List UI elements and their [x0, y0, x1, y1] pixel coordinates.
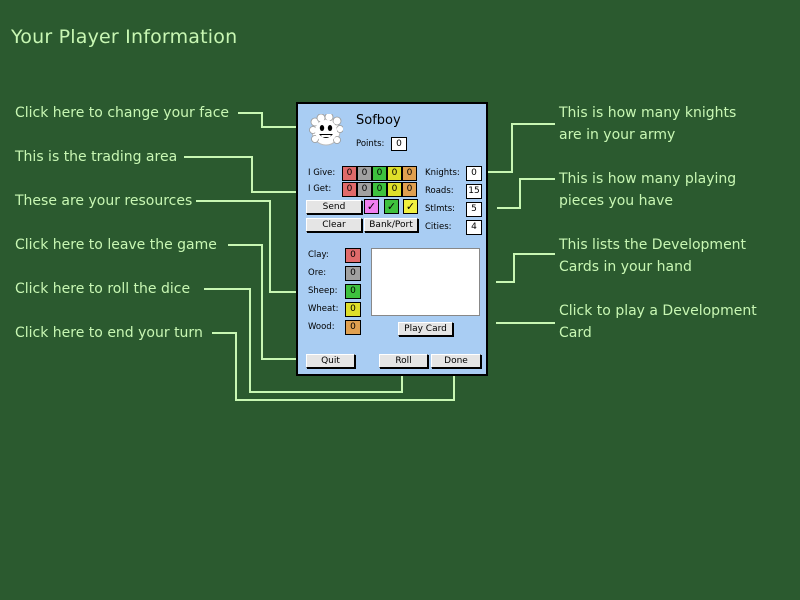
trade-check-icon-pink[interactable]: ✓	[364, 199, 379, 214]
settlements-label: Stlmts:	[425, 204, 455, 214]
connector-quit	[228, 244, 306, 360]
give-wood[interactable]: 0	[402, 166, 417, 181]
knights-label: Knights:	[425, 168, 460, 178]
ore-label: Ore:	[308, 268, 327, 278]
knights-value: 0	[466, 166, 482, 181]
clay-label: Clay:	[308, 250, 329, 260]
quit-button[interactable]: Quit	[306, 354, 355, 368]
wheat-label: Wheat:	[308, 304, 339, 314]
roads-value: 15	[466, 184, 482, 199]
connector-trading	[184, 156, 306, 193]
connector-resources	[196, 200, 306, 293]
wood-value: 0	[345, 320, 361, 335]
sheep-value: 0	[345, 284, 361, 299]
development-cards-list[interactable]	[371, 248, 480, 316]
sheep-label: Sheep:	[308, 286, 338, 296]
give-wheat[interactable]: 0	[387, 166, 402, 181]
settlements-value: 5	[466, 202, 482, 217]
ore-value: 0	[345, 266, 361, 281]
give-sheep[interactable]: 0	[372, 166, 387, 181]
roads-label: Roads:	[425, 186, 454, 196]
trade-check-icon-green[interactable]: ✓	[384, 199, 399, 214]
get-clay[interactable]: 0	[342, 182, 357, 197]
trade-check-icon-yellow[interactable]: ✓	[403, 199, 418, 214]
player-name: Sofboy	[356, 113, 401, 128]
give-label: I Give:	[308, 168, 336, 178]
get-sheep[interactable]: 0	[372, 182, 387, 197]
get-wood[interactable]: 0	[402, 182, 417, 197]
wood-label: Wood:	[308, 322, 335, 332]
done-button[interactable]: Done	[431, 354, 481, 368]
give-clay[interactable]: 0	[342, 166, 357, 181]
connector-cards	[496, 253, 555, 283]
cities-value: 4	[466, 220, 482, 235]
cities-label: Cities:	[425, 222, 452, 232]
get-wheat[interactable]: 0	[387, 182, 402, 197]
play-card-button[interactable]: Play Card	[398, 322, 453, 336]
give-ore[interactable]: 0	[357, 166, 372, 181]
player-panel: Sofboy Points: 0 I Give: I Get: 0 0 0 0 …	[296, 102, 488, 376]
smiley-face-icon[interactable]	[309, 112, 344, 148]
get-ore[interactable]: 0	[357, 182, 372, 197]
roll-button[interactable]: Roll	[379, 354, 428, 368]
connector-knights	[484, 123, 555, 173]
points-value: 0	[391, 137, 407, 151]
points-label: Points:	[356, 139, 385, 149]
clay-value: 0	[345, 248, 361, 263]
connector-pieces	[497, 178, 555, 209]
send-button[interactable]: Send	[306, 200, 362, 214]
bank-port-button[interactable]: Bank/Port	[364, 218, 418, 232]
wheat-value: 0	[345, 302, 361, 317]
clear-button[interactable]: Clear	[306, 218, 362, 232]
get-label: I Get:	[308, 184, 332, 194]
connector-face	[238, 112, 300, 128]
